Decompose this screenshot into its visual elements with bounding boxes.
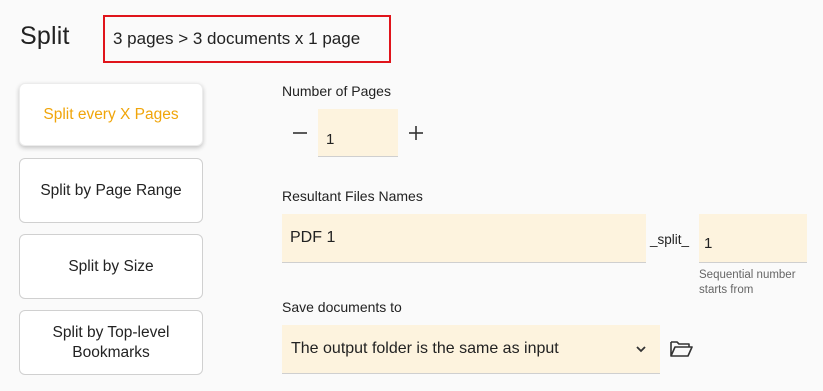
split-separator-text: _split_	[650, 232, 690, 247]
split-summary: 3 pages > 3 documents x 1 page	[103, 15, 391, 63]
split-by-page-range-button[interactable]: Split by Page Range	[19, 158, 203, 223]
number-of-pages-input[interactable]	[318, 109, 398, 157]
output-folder-select[interactable]: The output folder is the same as input	[282, 325, 660, 374]
chevron-down-icon	[636, 346, 646, 353]
plus-icon[interactable]	[404, 121, 428, 145]
split-every-x-pages-button[interactable]: Split every X Pages	[19, 83, 203, 146]
number-of-pages-label: Number of Pages	[282, 83, 391, 99]
file-name-prefix-input[interactable]	[282, 214, 646, 263]
split-by-size-button[interactable]: Split by Size	[19, 234, 203, 299]
folder-open-icon[interactable]	[669, 338, 693, 360]
minus-icon[interactable]	[288, 121, 312, 145]
split-panel: Split 3 pages > 3 documents x 1 page Spl…	[0, 0, 823, 391]
page-title: Split	[20, 22, 70, 50]
sequence-helper-text: Sequential number starts from	[699, 269, 796, 296]
resultant-files-names-label: Resultant Files Names	[282, 188, 423, 204]
output-folder-selected-value: The output folder is the same as input	[291, 340, 559, 357]
split-by-bookmarks-button[interactable]: Split by Top-level Bookmarks	[19, 310, 203, 375]
sequence-start-input[interactable]	[699, 214, 807, 263]
save-documents-label: Save documents to	[282, 299, 402, 315]
